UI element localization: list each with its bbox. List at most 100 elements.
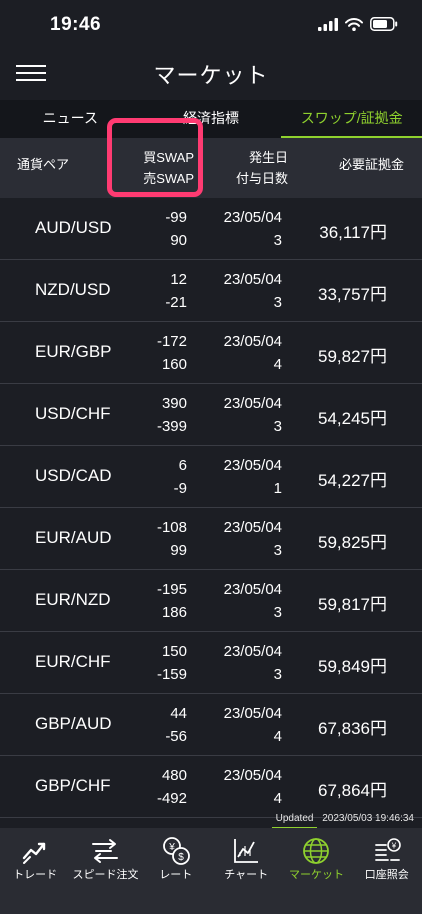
header-occurrence-date: 発生日 xyxy=(248,150,288,165)
table-row[interactable]: AUD/USD -99 90 23/05/04 3 36,117円 xyxy=(0,198,422,260)
row-sell-swap: -56 xyxy=(165,728,187,745)
row-pair: EUR/GBP xyxy=(35,342,112,361)
row-swap: 390 -399 xyxy=(104,392,187,438)
row-occurrence-date: 23/05/04 xyxy=(223,457,282,474)
row-pair: NZD/USD xyxy=(35,280,111,299)
table-row[interactable]: EUR/CHF 150 -159 23/05/04 3 59,849円 xyxy=(0,632,422,694)
row-swap: -108 99 xyxy=(104,516,187,562)
row-occurrence-date: 23/05/04 xyxy=(223,643,282,660)
nav-rate[interactable]: ¥ $ レート xyxy=(141,828,211,914)
tab-news[interactable]: ニュース xyxy=(0,100,141,138)
row-date: 23/05/04 3 xyxy=(198,640,282,686)
row-margin: 54,227円 xyxy=(318,471,387,490)
row-sell-swap: 99 xyxy=(170,542,187,559)
row-margin: 54,245円 xyxy=(318,409,387,428)
table-row[interactable]: GBP/CHF 480 -492 23/05/04 4 67,864円 xyxy=(0,756,422,818)
column-header: 通貨ペア 買SWAP 売SWAP 発生日 付与日数 必要証拠金 xyxy=(0,138,422,198)
nav-market-label: マーケット xyxy=(288,869,344,881)
row-sell-swap: 90 xyxy=(170,232,187,249)
svg-text:¥: ¥ xyxy=(391,842,397,851)
row-date: 23/05/04 4 xyxy=(198,330,282,376)
row-pair: GBP/AUD xyxy=(35,714,112,733)
header-swap: 買SWAP 売SWAP xyxy=(104,147,194,189)
row-margin: 33,757円 xyxy=(318,285,387,304)
row-margin: 36,117円 xyxy=(319,223,387,242)
nav-trade[interactable]: トレード xyxy=(0,828,70,914)
row-pair: USD/CHF xyxy=(35,404,111,423)
battery-icon xyxy=(370,17,398,31)
row-sell-swap: -159 xyxy=(156,666,187,683)
table-row[interactable]: USD/CHF 390 -399 23/05/04 3 54,245円 xyxy=(0,384,422,446)
row-buy-swap: -99 xyxy=(165,209,187,226)
row-grant-days: 1 xyxy=(273,480,282,497)
nav-account-label: 口座照会 xyxy=(364,869,409,881)
header-margin: 必要証拠金 xyxy=(338,157,404,172)
header-pair: 通貨ペア xyxy=(17,157,70,172)
row-occurrence-date: 23/05/04 xyxy=(223,395,282,412)
nav-account[interactable]: ¥ 口座照会 xyxy=(352,828,422,914)
row-date: 23/05/04 3 xyxy=(198,206,282,252)
nav-market[interactable]: マーケット xyxy=(281,828,351,914)
row-swap: 12 -21 xyxy=(104,268,187,314)
tab-economic-indicators[interactable]: 経済指標 xyxy=(141,100,282,138)
row-margin: 59,825円 xyxy=(318,533,387,552)
row-grant-days: 3 xyxy=(273,232,282,249)
nav-bar: マーケット xyxy=(0,48,422,100)
row-swap: -99 90 xyxy=(104,206,187,252)
row-buy-swap: -172 xyxy=(156,333,187,350)
table-row[interactable]: EUR/NZD -195 186 23/05/04 3 59,817円 xyxy=(0,570,422,632)
row-occurrence-date: 23/05/04 xyxy=(223,271,282,288)
row-occurrence-date: 23/05/04 xyxy=(223,581,282,598)
row-margin: 59,817円 xyxy=(318,595,387,614)
row-grant-days: 4 xyxy=(273,790,282,807)
row-buy-swap: 390 xyxy=(161,395,187,412)
row-date: 23/05/04 4 xyxy=(198,764,282,810)
table-row[interactable]: EUR/GBP -172 160 23/05/04 4 59,827円 xyxy=(0,322,422,384)
row-date: 23/05/04 3 xyxy=(198,578,282,624)
row-occurrence-date: 23/05/04 xyxy=(223,705,282,722)
row-grant-days: 3 xyxy=(273,294,282,311)
nav-speed-order[interactable]: スピード注文 xyxy=(70,828,140,914)
row-grant-days: 3 xyxy=(273,666,282,683)
table-row[interactable]: EUR/AUD -108 99 23/05/04 3 59,825円 xyxy=(0,508,422,570)
header-date: 発生日 付与日数 xyxy=(208,147,288,189)
rate-currency-icon: ¥ $ xyxy=(162,837,190,865)
row-pair: EUR/NZD xyxy=(35,590,111,609)
row-date: 23/05/04 3 xyxy=(198,392,282,438)
row-swap: 6 -9 xyxy=(104,454,187,500)
updated-time: 2023/05/03 19:46:34 xyxy=(322,813,414,824)
row-grant-days: 3 xyxy=(273,418,282,435)
speed-order-icon xyxy=(92,839,119,863)
status-bar: 19:46 xyxy=(0,0,422,48)
cellular-signal-icon xyxy=(318,17,338,31)
tab-swap-margin[interactable]: スワップ/証拠金 xyxy=(281,100,422,138)
row-sell-swap: -399 xyxy=(156,418,187,435)
row-swap: -172 160 xyxy=(104,330,187,376)
row-swap: -195 186 xyxy=(104,578,187,624)
svg-text:$: $ xyxy=(178,852,184,863)
row-margin: 59,849円 xyxy=(318,657,387,676)
table-row[interactable]: GBP/AUD 44 -56 23/05/04 4 67,836円 xyxy=(0,694,422,756)
row-date: 23/05/04 3 xyxy=(198,268,282,314)
row-swap: 150 -159 xyxy=(104,640,187,686)
bottom-nav: トレード スピード注文 ¥ $ レート チャート マーケット ¥ 口座照会 xyxy=(0,828,422,914)
row-sell-swap: -21 xyxy=(165,294,187,311)
row-occurrence-date: 23/05/04 xyxy=(223,767,282,784)
nav-chart[interactable]: チャート xyxy=(211,828,281,914)
row-sell-swap: 160 xyxy=(161,356,187,373)
nav-chart-label: チャート xyxy=(224,869,269,881)
row-buy-swap: 12 xyxy=(170,271,187,288)
row-buy-swap: 150 xyxy=(161,643,187,660)
table-row[interactable]: NZD/USD 12 -21 23/05/04 3 33,757円 xyxy=(0,260,422,322)
row-grant-days: 3 xyxy=(273,604,282,621)
row-occurrence-date: 23/05/04 xyxy=(223,209,282,226)
nav-trade-label: トレード xyxy=(13,869,58,881)
globe-icon xyxy=(303,838,330,864)
row-buy-swap: -195 xyxy=(156,581,187,598)
row-occurrence-date: 23/05/04 xyxy=(223,519,282,536)
row-date: 23/05/04 1 xyxy=(198,454,282,500)
row-date: 23/05/04 3 xyxy=(198,516,282,562)
chart-icon xyxy=(234,839,259,863)
table-row[interactable]: USD/CAD 6 -9 23/05/04 1 54,227円 xyxy=(0,446,422,508)
swap-table[interactable]: AUD/USD -99 90 23/05/04 3 36,117円 NZD/USD … xyxy=(0,198,422,828)
